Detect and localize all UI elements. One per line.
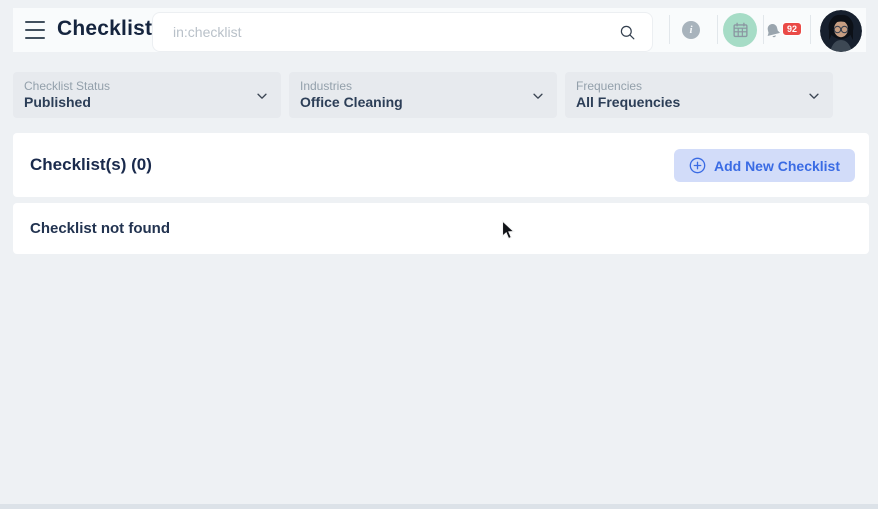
filter-checklist-status[interactable]: Checklist Status Published (13, 72, 281, 118)
filter-industries[interactable]: Industries Office Cleaning (289, 72, 557, 118)
info-icon[interactable]: i (682, 21, 700, 39)
plus-circle-icon (689, 157, 706, 174)
calendar-icon (732, 22, 749, 39)
filter-label: Industries (300, 79, 353, 93)
divider (810, 15, 811, 44)
add-new-checklist-label: Add New Checklist (713, 157, 840, 174)
search-icon[interactable] (618, 20, 652, 44)
filter-value: All Frequencies (576, 94, 681, 110)
notification-count-badge: 92 (782, 22, 803, 36)
empty-state-message: Checklist not found (30, 220, 170, 237)
chevron-down-icon (255, 89, 269, 108)
page-title: Checklist (57, 17, 153, 40)
calendar-button[interactable] (723, 13, 757, 47)
filter-label: Frequencies (576, 79, 643, 93)
menu-icon[interactable] (25, 21, 45, 39)
search-box (152, 12, 653, 52)
empty-state-card: Checklist not found (13, 203, 869, 254)
filter-label: Checklist Status (24, 79, 111, 93)
bottom-scrollbar-track (0, 504, 878, 509)
search-input[interactable] (153, 13, 618, 51)
checklist-header-card: Checklist(s) (0) Add New Checklist (13, 133, 869, 197)
filter-frequencies[interactable]: Frequencies All Frequencies (565, 72, 833, 118)
divider (717, 15, 718, 44)
add-new-checklist-button[interactable]: Add New Checklist (673, 149, 855, 182)
avatar[interactable] (820, 10, 862, 52)
topbar: Checklist in:checklist i 92 (13, 8, 866, 52)
filter-value: Office Cleaning (300, 94, 403, 110)
checklist-count-title: Checklist(s) (0) (30, 155, 152, 174)
filter-value: Published (24, 94, 91, 110)
divider (669, 15, 670, 44)
chevron-down-icon (531, 89, 545, 108)
chevron-down-icon (807, 89, 821, 108)
